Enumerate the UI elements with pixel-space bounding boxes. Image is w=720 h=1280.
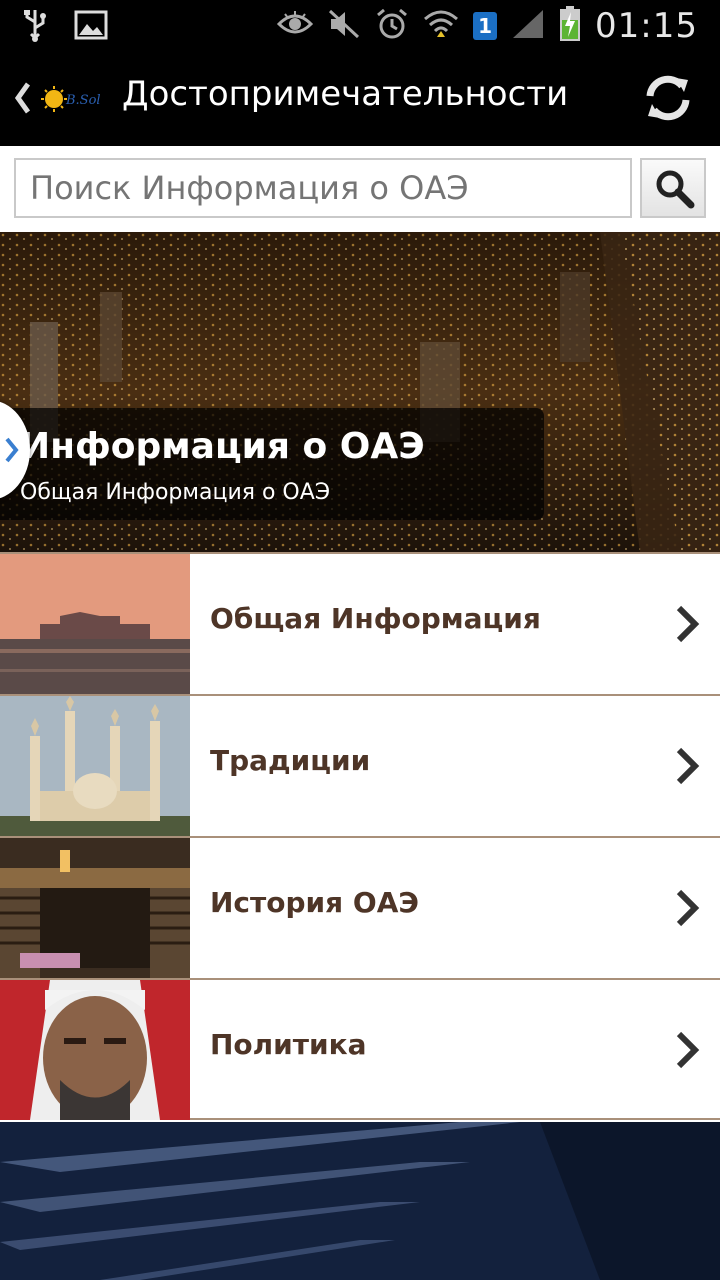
featured-banner[interactable]: Информация о ОАЭ Общая Информация о ОАЭ bbox=[0, 232, 720, 552]
thumbnail-heritage-room bbox=[0, 838, 190, 978]
list-item[interactable]: Общая Информация bbox=[0, 552, 720, 694]
mute-icon bbox=[327, 8, 361, 44]
page-title: Достопримечательности bbox=[122, 74, 569, 114]
list-item-label: Общая Информация bbox=[210, 602, 541, 635]
banner-subtitle: Общая Информация о ОАЭ bbox=[20, 480, 331, 505]
list-item-label: История ОАЭ bbox=[210, 886, 419, 919]
chevron-right-icon bbox=[4, 436, 20, 468]
category-list: Общая Информация Традиции История ОАЭ По… bbox=[0, 552, 720, 1120]
image-icon bbox=[74, 10, 108, 44]
usb-icon bbox=[22, 8, 48, 46]
sim-badge: 1 bbox=[473, 12, 498, 40]
chevron-right-icon bbox=[674, 888, 702, 928]
clock: 01:15 bbox=[595, 6, 698, 46]
list-item-label: Традиции bbox=[210, 744, 371, 777]
thumbnail-mosque bbox=[0, 696, 190, 836]
list-item-label: Политика bbox=[210, 1028, 367, 1061]
chevron-right-icon bbox=[674, 1030, 702, 1070]
eye-icon bbox=[276, 10, 314, 42]
chevron-right-icon bbox=[674, 746, 702, 786]
thumbnail-palace bbox=[0, 554, 190, 694]
wifi-icon bbox=[423, 7, 459, 45]
search-button[interactable] bbox=[640, 158, 706, 218]
back-chevron-icon[interactable] bbox=[10, 78, 36, 118]
chevron-right-icon bbox=[674, 604, 702, 644]
alarm-icon bbox=[375, 7, 409, 45]
sim-number: 1 bbox=[478, 14, 493, 38]
list-item[interactable]: Политика bbox=[0, 978, 720, 1120]
battery-icon bbox=[559, 6, 581, 46]
refresh-icon[interactable] bbox=[640, 70, 696, 126]
banner-caption: Информация о ОАЭ Общая Информация о ОАЭ bbox=[0, 408, 544, 520]
status-bar: 1 01:15 bbox=[0, 0, 720, 50]
list-item[interactable]: Традиции bbox=[0, 694, 720, 836]
thumbnail-portrait bbox=[0, 980, 190, 1120]
action-bar: B.Sol Достопримечательности bbox=[0, 50, 720, 146]
search-bar bbox=[0, 146, 720, 232]
signal-icon bbox=[511, 8, 545, 44]
search-input[interactable] bbox=[14, 158, 632, 218]
background-image-strip bbox=[0, 1122, 720, 1280]
app-logo[interactable]: B.Sol bbox=[40, 84, 108, 114]
svg-text:B.Sol: B.Sol bbox=[65, 93, 101, 108]
search-icon bbox=[654, 168, 696, 214]
banner-title: Информация о ОАЭ bbox=[20, 426, 425, 467]
list-item[interactable]: История ОАЭ bbox=[0, 836, 720, 978]
